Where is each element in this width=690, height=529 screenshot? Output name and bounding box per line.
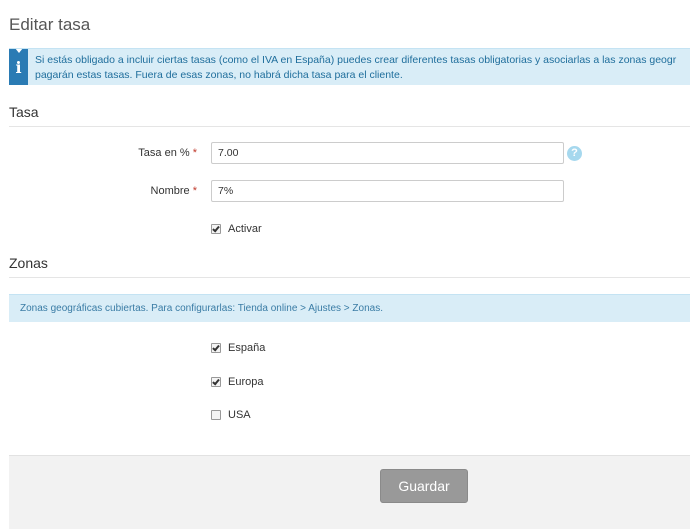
info-text-line1: Si estás obligado a incluir ciertas tasa… <box>35 54 677 66</box>
name-label: Nombre * <box>151 185 197 197</box>
activate-checkbox[interactable] <box>211 224 221 234</box>
section-title-tasa: Tasa <box>9 104 39 120</box>
rate-label-text: Tasa en % <box>138 147 190 159</box>
activate-label: Activar <box>228 223 262 235</box>
zone-checkbox-row[interactable]: USA <box>211 409 251 421</box>
section-title-zonas: Zonas <box>9 255 48 271</box>
name-input[interactable] <box>211 180 564 202</box>
activate-checkbox-row[interactable]: Activar <box>211 223 262 235</box>
info-text-line2: pagarán estas tasas. Fuera de esas zonas… <box>35 69 403 81</box>
required-mark: * <box>192 185 197 197</box>
zone-checkbox-usa[interactable] <box>211 410 221 420</box>
zones-notice-text: Zonas geográficas cubiertas. Para config… <box>20 303 383 314</box>
name-label-text: Nombre <box>150 185 190 197</box>
section-divider <box>9 277 690 278</box>
rate-input[interactable] <box>211 142 564 164</box>
zones-notice: Zonas geográficas cubiertas. Para config… <box>9 294 690 322</box>
required-mark: * <box>192 147 197 159</box>
rate-label: Tasa en % * <box>138 147 197 159</box>
info-icon: i <box>9 49 28 85</box>
info-text: Si estás obligado a incluir ciertas tasa… <box>35 53 690 83</box>
form-footer <box>9 455 690 529</box>
zone-checkbox-row[interactable]: Europa <box>211 376 263 388</box>
zone-checkbox-espana[interactable] <box>211 343 221 353</box>
section-divider <box>9 126 690 127</box>
zone-checkbox-europa[interactable] <box>211 377 221 387</box>
save-button[interactable]: Guardar <box>380 469 468 503</box>
zone-label: USA <box>228 409 251 421</box>
info-alert: i Si estás obligado a incluir ciertas ta… <box>9 48 690 85</box>
help-icon[interactable]: ? <box>567 146 582 161</box>
zone-label: España <box>228 342 266 354</box>
zone-checkbox-row[interactable]: España <box>211 342 265 354</box>
page-title: Editar tasa <box>9 15 91 34</box>
zone-label: Europa <box>228 376 264 388</box>
